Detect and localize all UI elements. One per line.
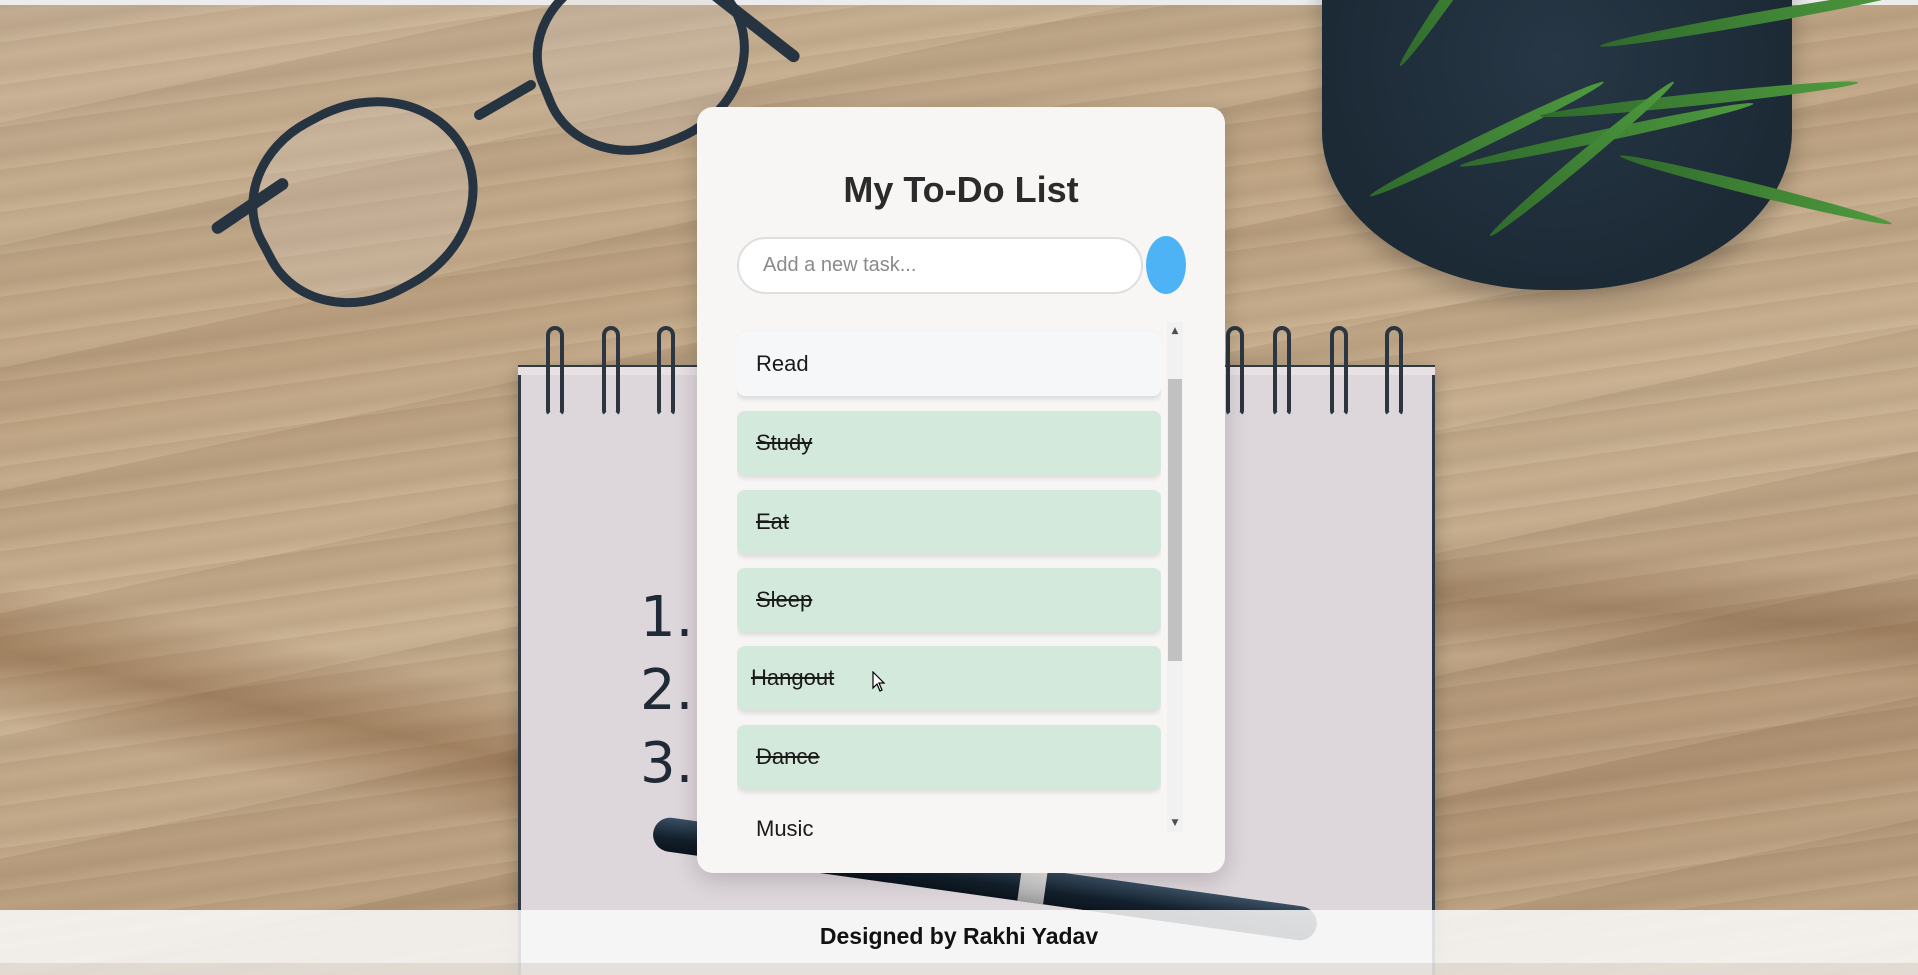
footer: Designed by Rakhi Yadav <box>0 910 1918 963</box>
scroll-up-arrow-icon[interactable]: ▲ <box>1167 323 1183 339</box>
page-title: My To-Do List <box>843 169 1079 210</box>
task-item[interactable]: Read <box>737 332 1161 396</box>
task-list-container: Read Study Eat Sleep Hangout Dance Music <box>737 322 1184 842</box>
task-item[interactable]: Study <box>737 411 1161 475</box>
glasses-bridge <box>472 78 538 122</box>
task-item[interactable]: Eat <box>737 490 1161 554</box>
new-task-input[interactable] <box>737 237 1143 294</box>
task-item[interactable]: Hangout <box>737 646 1161 710</box>
todo-card: My To-Do List Read Study Eat Sleep Hango… <box>697 107 1225 873</box>
task-item[interactable]: Sleep <box>737 568 1161 632</box>
notepad-number: 3. <box>640 731 694 796</box>
task-label: Music <box>756 816 814 841</box>
mouse-cursor-icon <box>872 671 886 692</box>
notepad-ring <box>657 326 675 416</box>
scrollbar-thumb[interactable] <box>1168 379 1182 661</box>
footer-bottom-strip <box>0 963 1918 975</box>
notepad-number: 2. <box>640 658 694 723</box>
task-label: Study <box>756 430 813 455</box>
notepad-ring <box>1273 326 1291 416</box>
task-item[interactable]: Dance <box>737 725 1161 789</box>
footer-credit: Designed by Rakhi Yadav <box>819 923 1099 949</box>
task-label: Read <box>756 351 809 376</box>
task-label: Sleep <box>756 587 813 612</box>
notepad-ring <box>602 326 620 416</box>
task-label: Eat <box>756 509 790 534</box>
notepad-number: 1. <box>640 585 694 650</box>
notepad-ring <box>1330 326 1348 416</box>
scroll-down-arrow-icon[interactable]: ▼ <box>1167 815 1183 831</box>
task-label: Dance <box>756 744 820 769</box>
notepad-ring <box>1385 326 1403 416</box>
task-label: Hangout <box>751 665 835 690</box>
notepad-ring <box>1226 326 1244 416</box>
task-item[interactable]: Music <box>737 804 1161 842</box>
add-task-button[interactable] <box>1146 236 1186 294</box>
task-list: Read Study Eat Sleep Hangout Dance Music <box>737 322 1161 842</box>
notepad-ring <box>546 326 564 416</box>
